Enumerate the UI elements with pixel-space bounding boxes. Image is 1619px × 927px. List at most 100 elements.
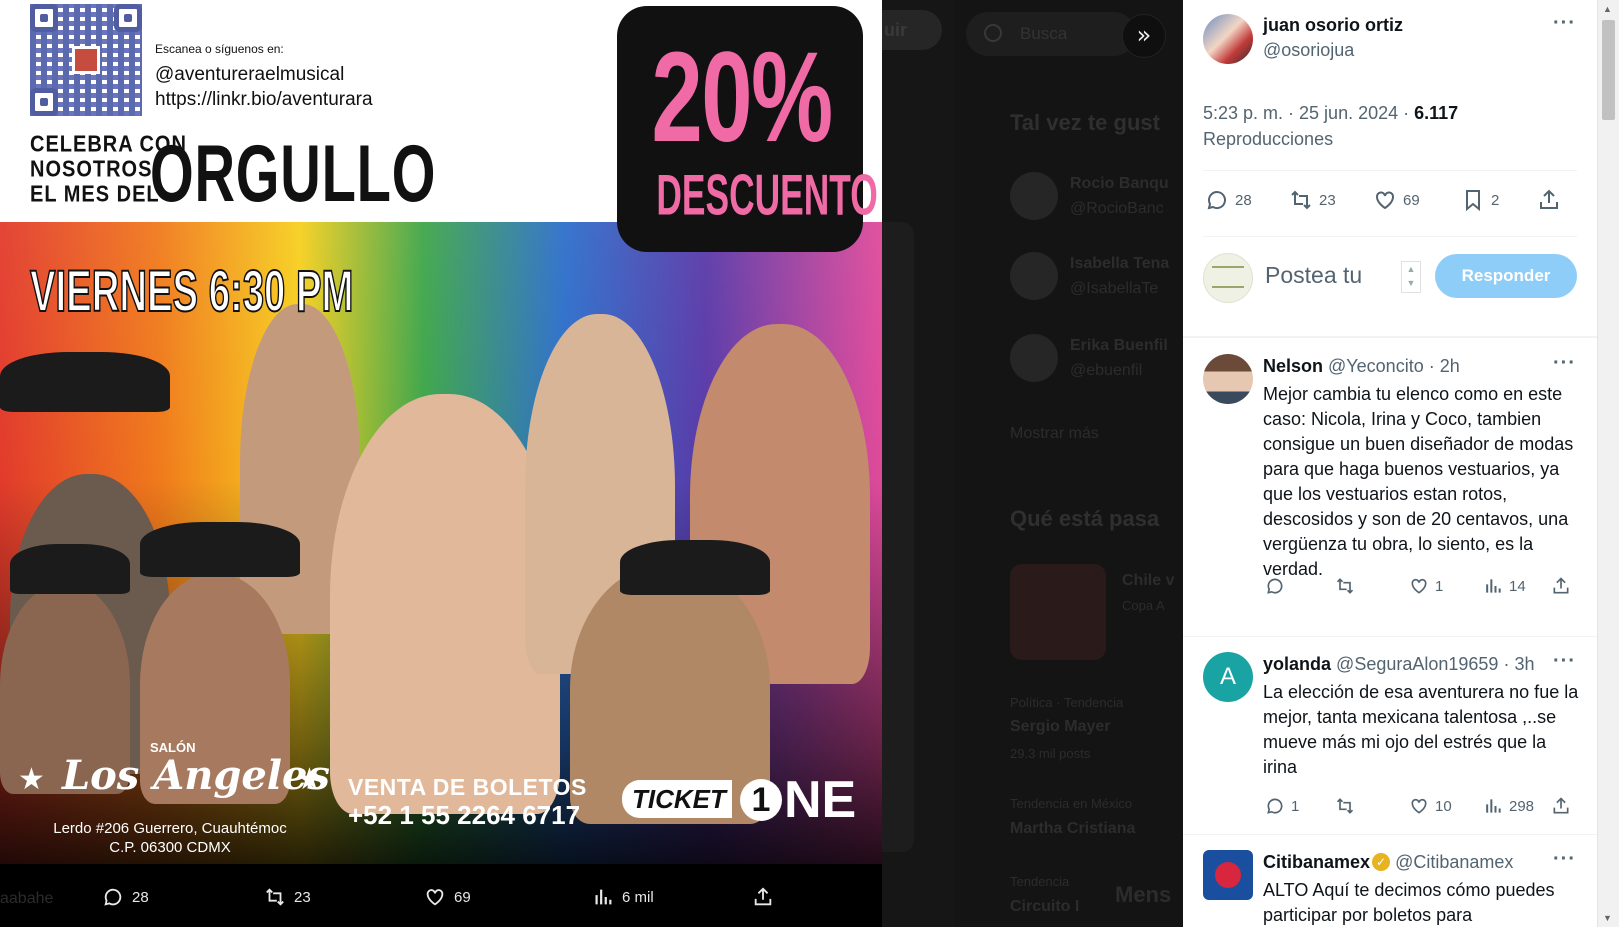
background-suggestion-name: Rocio Banqu: [1070, 175, 1169, 192]
reply-author-handle[interactable]: @Yeconcito: [1328, 356, 1424, 376]
background-whats-happening-title: Qué está pasa: [1010, 506, 1160, 531]
reply-button[interactable]: 28: [1205, 188, 1252, 212]
post-timestamp[interactable]: 5:23 p. m. · 25 jun. 2024 ·: [1203, 103, 1414, 123]
qr-eye: [30, 88, 58, 116]
author-handle[interactable]: @osoriojua: [1263, 40, 1354, 61]
discount-percentage: 20%: [651, 26, 833, 169]
background-trend-name: Sergio Mayer: [1010, 718, 1111, 735]
bookmark-button[interactable]: 2: [1461, 188, 1499, 212]
views-icon: [1486, 579, 1501, 593]
reply-author-handle[interactable]: @Citibanamex: [1395, 852, 1513, 872]
like-button[interactable]: 69: [1373, 188, 1420, 212]
search-icon: [984, 24, 1002, 42]
tickets-phone: +52 1 55 2264 6717: [348, 800, 581, 830]
author-avatar[interactable]: [1203, 14, 1253, 64]
scroll-down-arrow-icon[interactable]: ▼: [1603, 913, 1612, 923]
citibanamex-logo-icon: [1215, 862, 1241, 888]
reply-repost-button[interactable]: [1335, 576, 1361, 596]
showtime: VIERNES 6:30 PM: [29, 258, 354, 325]
media-views-count: 6 mil: [622, 888, 654, 906]
scrollbar[interactable]: ▲ ▼: [1597, 0, 1619, 927]
heart-icon: [1376, 191, 1394, 210]
post-media-image[interactable]: Escanea o síguenos en: @aventureraelmusi…: [0, 0, 882, 864]
background-fragment: aabahe: [0, 890, 54, 907]
reply-views-button[interactable]: 14: [1483, 576, 1526, 596]
repost-icon: [1336, 798, 1354, 814]
background-suggestion-handle: @IsabellaTe: [1070, 280, 1159, 297]
bookmark-count: 2: [1491, 191, 1500, 209]
reply-author-name[interactable]: Citibanamex: [1263, 852, 1370, 872]
post-detail-panel: juan osorio ortiz @osoriojua ··· 5:23 p.…: [1183, 0, 1597, 927]
author-name[interactable]: juan osorio ortiz: [1263, 15, 1403, 36]
reply-author-handle[interactable]: @SeguraAlon19659: [1336, 654, 1498, 674]
hat-icon: [10, 544, 130, 594]
more-options-icon[interactable]: ···: [1553, 352, 1576, 375]
venue-name: Los Angeles: [62, 752, 330, 799]
reply-header: Nelson @Yeconcito · 2h: [1263, 356, 1460, 377]
media-reply-button[interactable]: 28: [102, 886, 149, 908]
repost-count: 23: [1319, 191, 1336, 209]
post-views-count: 6.117: [1414, 103, 1459, 123]
current-user-avatar: [1203, 253, 1253, 303]
scroll-up-arrow-icon[interactable]: ▲: [1603, 4, 1612, 14]
background-trend-posts: 29.3 mil posts: [1010, 746, 1091, 761]
media-views-button[interactable]: 6 mil: [592, 886, 654, 908]
qr-code: [30, 4, 142, 116]
reply-share-button[interactable]: [1551, 796, 1571, 816]
ticket-brand: TICKET: [622, 780, 732, 818]
media-like-button[interactable]: 69: [424, 886, 471, 908]
background-suggestion-handle: @ebuenfil: [1070, 362, 1143, 379]
chevrons-right-icon: »: [1136, 21, 1152, 49]
more-options-icon[interactable]: ···: [1553, 12, 1576, 35]
reply-composer-input[interactable]: Postea tu: [1265, 262, 1362, 289]
views-icon: [595, 889, 612, 905]
reply-submit-button[interactable]: Responder: [1435, 254, 1577, 298]
reply-repost-button[interactable]: [1335, 796, 1361, 816]
post-views-label: Reproducciones: [1203, 129, 1334, 149]
reply-tweet[interactable]: A yolanda @SeguraAlon19659 · 3h ··· La e…: [1183, 636, 1597, 832]
background-suggestion-name: Erika Buenfil: [1070, 337, 1168, 354]
reply-author-name[interactable]: Nelson: [1263, 356, 1323, 376]
reply-tweet[interactable]: Citibanamex ✓ @Citibanamex ··· ALTO Aquí …: [1183, 834, 1597, 927]
reply-header: yolanda @SeguraAlon19659 · 3h: [1263, 654, 1535, 675]
hat-icon: [140, 522, 300, 577]
reply-header: Citibanamex ✓ @Citibanamex: [1263, 852, 1513, 873]
reply-reply-button[interactable]: [1265, 576, 1291, 596]
reply-like-button[interactable]: 1: [1409, 576, 1443, 596]
qr-eye: [114, 4, 142, 32]
scroll-thumb[interactable]: [1602, 20, 1615, 120]
share-icon: [754, 887, 772, 906]
collapse-panel-button[interactable]: »: [1122, 14, 1166, 58]
reply-share-button[interactable]: [1551, 576, 1571, 596]
background-trend-category: Política · Tendencia: [1010, 695, 1124, 710]
reply-time[interactable]: · 3h: [1503, 654, 1534, 674]
background-trend-card-sub: Copa A: [1122, 598, 1165, 613]
media-repost-button[interactable]: 23: [264, 886, 311, 908]
discount-word: DESCUENTO: [656, 164, 878, 228]
repost-button[interactable]: 23: [1289, 188, 1336, 212]
share-button[interactable]: [1537, 188, 1561, 212]
more-options-icon[interactable]: ···: [1553, 650, 1576, 673]
reply-author-name[interactable]: yolanda: [1263, 654, 1331, 674]
social-handle: @aventureraelmusical: [155, 64, 345, 85]
more-options-icon[interactable]: ···: [1553, 848, 1576, 871]
reply-reply-count: 1: [1291, 797, 1300, 815]
reply-composer-resize[interactable]: ▲ ▼: [1401, 261, 1421, 293]
reply-avatar[interactable]: A: [1203, 652, 1253, 702]
reply-time[interactable]: · 2h: [1429, 356, 1460, 376]
tickets-label: VENTA DE BOLETOS: [348, 774, 587, 800]
reply-text: La elección de esa aventurera no fue la …: [1263, 682, 1579, 777]
social-prompt: Escanea o síguenos en:: [155, 42, 284, 56]
reply-icon: [1267, 798, 1283, 814]
media-share-button[interactable]: [752, 886, 774, 908]
star-icon: ★: [18, 762, 45, 797]
repost-icon: [1291, 190, 1311, 210]
reply-tweet[interactable]: Nelson @Yeconcito · 2h ··· Mejor cambia …: [1183, 338, 1597, 638]
reply-avatar[interactable]: [1203, 354, 1253, 404]
reply-avatar[interactable]: [1203, 850, 1253, 900]
background-avatar: [1010, 334, 1058, 382]
reply-views-button[interactable]: 298: [1483, 796, 1534, 816]
reply-reply-button[interactable]: 1: [1265, 796, 1299, 816]
divider: [1203, 236, 1577, 237]
reply-like-button[interactable]: 10: [1409, 796, 1452, 816]
